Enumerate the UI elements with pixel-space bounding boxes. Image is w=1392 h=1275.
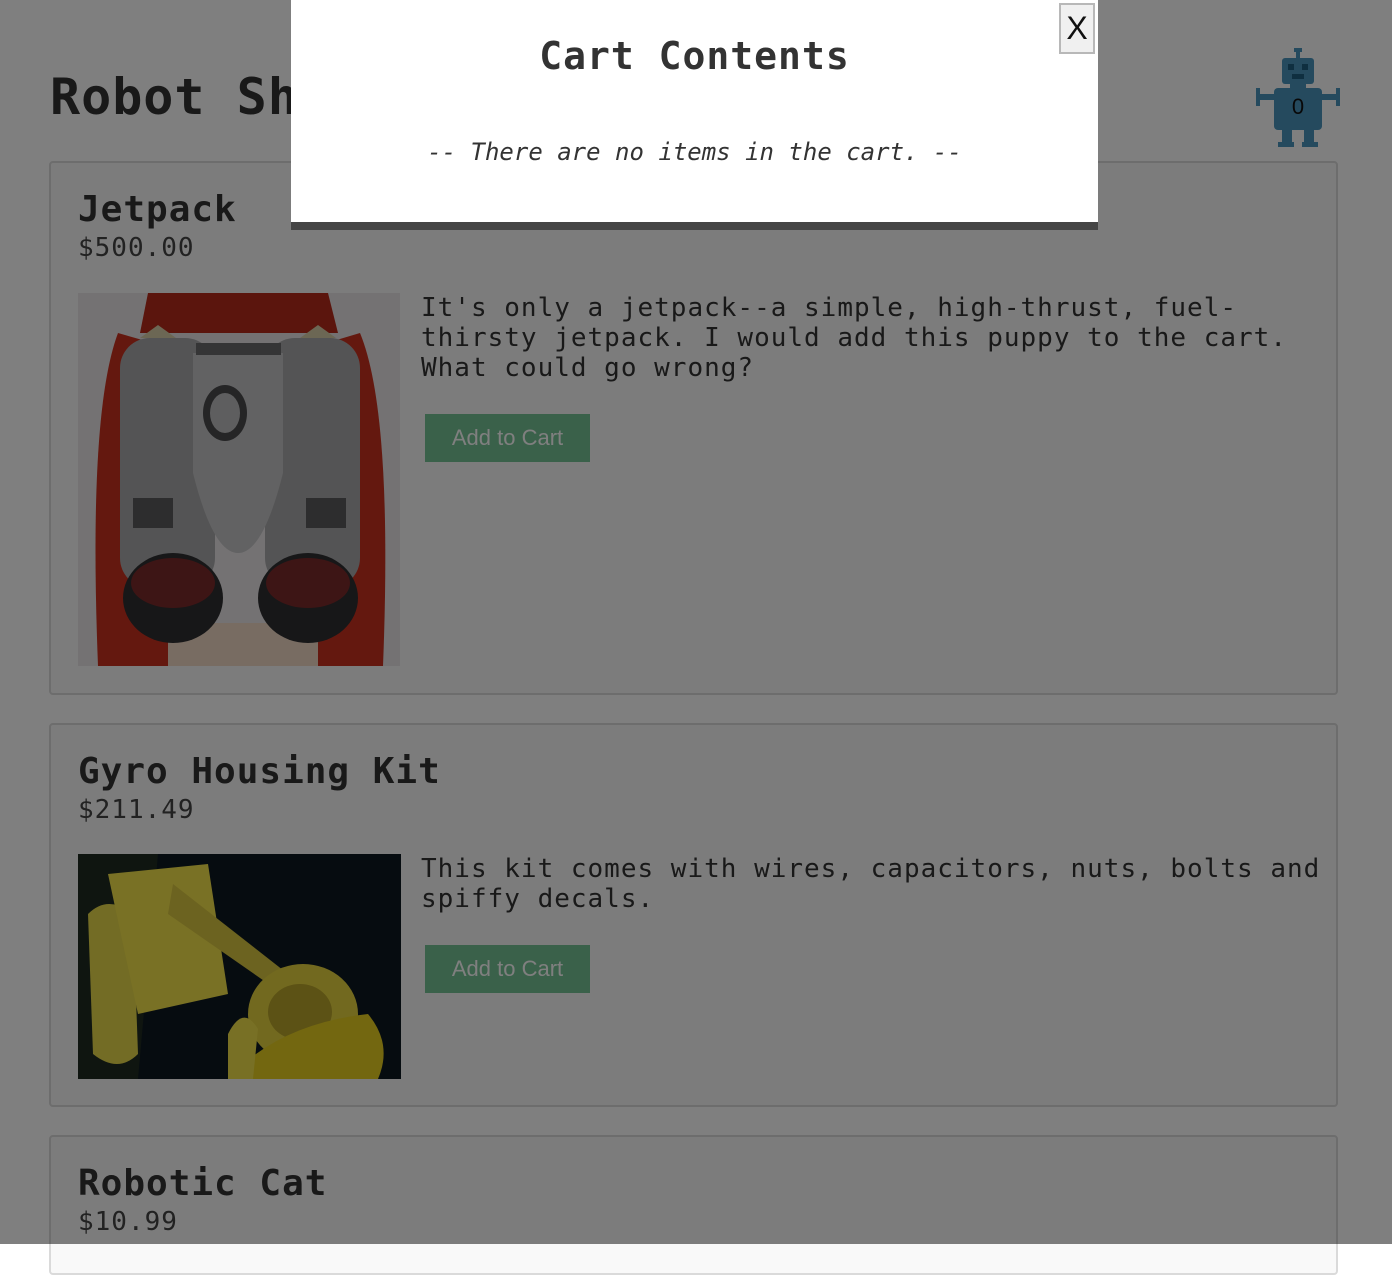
empty-cart-message: -- There are no items in the cart. -- <box>427 138 962 166</box>
modal-title: Cart Contents <box>539 34 850 78</box>
cart-modal: Cart Contents -- There are no items in t… <box>291 0 1098 230</box>
close-button[interactable]: X <box>1059 3 1095 54</box>
